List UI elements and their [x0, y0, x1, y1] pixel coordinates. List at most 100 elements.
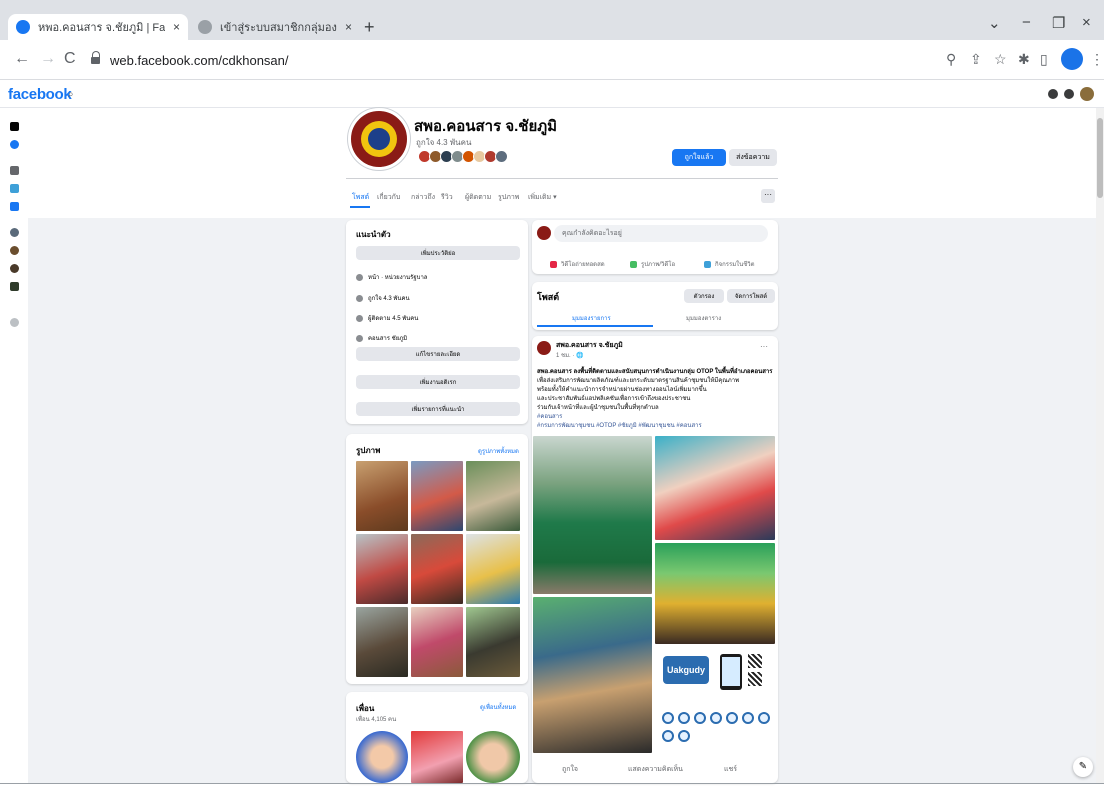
- page-profile-picture[interactable]: [348, 108, 410, 170]
- feature-circle-icon: [678, 712, 690, 724]
- tab-search-chevron-icon[interactable]: ⌄: [988, 14, 1001, 32]
- photo-thumbnail[interactable]: [466, 461, 520, 531]
- photo-thumbnail[interactable]: [411, 534, 463, 604]
- intro-followers: ผู้ติดตาม 4.5 พันคน: [368, 316, 419, 322]
- feature-circle-icon: [710, 712, 722, 724]
- intro-location: คอนสาร ชัยภูมิ: [368, 336, 408, 342]
- tab-close-icon[interactable]: ×: [173, 20, 180, 34]
- live-video-button[interactable]: วิดีโอถ่ายทอดสด: [550, 259, 605, 269]
- add-hobbies-button[interactable]: เพิ่มงานอดิเรก: [356, 375, 520, 389]
- friend-avatar[interactable]: [495, 150, 508, 163]
- more-options-button[interactable]: ···: [761, 189, 775, 203]
- manage-posts-button[interactable]: จัดการโพสต์: [727, 289, 775, 303]
- tab-reviews[interactable]: รีวิว: [441, 192, 453, 203]
- list-view-tab[interactable]: มุมมองรายการ: [572, 313, 611, 323]
- tab-followers[interactable]: ผู้ติดตาม: [465, 192, 491, 203]
- friends-count: เพื่อน 4,105 คน: [356, 717, 397, 723]
- new-tab-button[interactable]: +: [364, 17, 375, 38]
- back-button[interactable]: ←: [14, 50, 30, 68]
- see-all-friends-link[interactable]: ดูเพื่อนทั้งหมด: [480, 702, 516, 712]
- manage-posts-label: จัดการโพสต์: [734, 294, 768, 300]
- photo-thumbnail[interactable]: [411, 607, 463, 677]
- comment-button[interactable]: แสดงความคิดเห็น: [628, 764, 683, 775]
- minimize-button[interactable]: −: [1022, 14, 1031, 31]
- tab-title: เข้าสู่ระบบสมาชิกกลุ่มองค์กรสตรี: [220, 22, 337, 34]
- like-button[interactable]: ถูกใจ: [562, 764, 578, 775]
- new-message-icon[interactable]: ✎: [1073, 757, 1093, 777]
- feed-icon[interactable]: [10, 166, 19, 175]
- photo-thumbnail[interactable]: [466, 607, 520, 677]
- tab-facebook[interactable]: หพอ.คอนสาร จ.ชัยภูมิ | Facebook ×: [8, 14, 188, 40]
- photo-thumbnail[interactable]: [411, 461, 463, 531]
- scrollbar-track[interactable]: [1096, 108, 1104, 783]
- share-icon[interactable]: ⇪: [970, 51, 982, 68]
- reload-button[interactable]: C: [64, 50, 76, 68]
- facebook-logo[interactable]: facebook: [8, 86, 72, 103]
- edit-shortcuts-icon[interactable]: [10, 318, 19, 327]
- shortcut-1-icon[interactable]: [10, 246, 19, 255]
- life-event-button[interactable]: กิจกรรมในชีวิต: [704, 259, 755, 269]
- see-all-photos-link[interactable]: ดูรูปภาพทั้งหมด: [478, 446, 519, 456]
- friend-thumbnail[interactable]: [356, 731, 408, 783]
- photo-thumbnail[interactable]: [356, 607, 408, 677]
- photo-video-button[interactable]: รูปภาพ/วิดีโอ: [630, 259, 675, 269]
- groups-icon[interactable]: [10, 184, 19, 193]
- home-icon[interactable]: [10, 122, 19, 131]
- post-photo[interactable]: [533, 436, 652, 594]
- forward-button[interactable]: →: [40, 50, 56, 68]
- side-panel-icon[interactable]: ▯: [1040, 51, 1048, 68]
- notifications-icon[interactable]: [1064, 89, 1074, 99]
- search-icon[interactable]: ⌕: [68, 89, 74, 100]
- page-likes-count[interactable]: ถูกใจ 4.3 พันคน: [416, 136, 471, 149]
- account-avatar[interactable]: [1080, 87, 1094, 101]
- share-button[interactable]: แชร์: [724, 764, 737, 775]
- liked-button[interactable]: ถูกใจแล้ว: [672, 149, 726, 166]
- add-bio-button[interactable]: เพิ่มประวัติย่อ: [356, 246, 520, 260]
- extensions-icon[interactable]: ✱: [1018, 51, 1030, 68]
- composer-placeholder: คุณกำลังคิดอะไรอยู่: [562, 230, 622, 237]
- tab-close-icon[interactable]: ×: [345, 20, 352, 34]
- tab-photos[interactable]: รูปภาพ: [498, 192, 519, 203]
- filters-button[interactable]: ตัวกรอง: [684, 289, 724, 303]
- shortcut-3-icon[interactable]: [10, 282, 19, 291]
- profile-avatar[interactable]: [1061, 48, 1083, 70]
- friend-thumbnail[interactable]: [466, 731, 520, 783]
- tab-about[interactable]: เกี่ยวกับ: [377, 192, 400, 203]
- tab-mentions[interactable]: กล่าวถึง: [411, 192, 435, 203]
- lock-icon[interactable]: [90, 51, 102, 65]
- shortcut-2-icon[interactable]: [10, 264, 19, 273]
- post-photo[interactable]: [655, 436, 775, 540]
- grid-view-tab[interactable]: มุมมองตาราง: [686, 313, 721, 323]
- message-button[interactable]: ส่งข้อความ: [729, 149, 777, 166]
- restore-button[interactable]: ❐: [1052, 14, 1065, 32]
- menu-kebab-icon[interactable]: ⋮: [1090, 51, 1104, 68]
- whats-on-your-mind-input[interactable]: คุณกำลังคิดอะไรอยู่: [554, 225, 768, 242]
- photo-thumbnail[interactable]: [356, 461, 408, 531]
- scrollbar-thumb[interactable]: [1097, 118, 1103, 198]
- post-hashtag-line[interactable]: #กรมการพัฒนาชุมชน #OTOP #ชัยภูมิ #พัฒนาช…: [537, 420, 777, 430]
- composer-avatar[interactable]: [537, 226, 551, 240]
- edit-details-button[interactable]: แก้ไขรายละเอียด: [356, 347, 520, 361]
- post-author-avatar[interactable]: [537, 341, 551, 355]
- zoom-icon[interactable]: ⚲: [946, 51, 956, 68]
- marketplace-icon[interactable]: [10, 202, 19, 211]
- photo-thumbnail[interactable]: [466, 534, 520, 604]
- bookmark-star-icon[interactable]: ☆: [994, 51, 1007, 68]
- tab-more[interactable]: เพิ่มเติม ▾: [528, 192, 557, 203]
- friend-thumbnail[interactable]: [411, 731, 463, 783]
- tab-title: หพอ.คอนสาร จ.ชัยภูมิ | Facebook: [38, 22, 165, 34]
- post-photo[interactable]: [533, 597, 652, 753]
- address-bar[interactable]: web.facebook.com/cdkhonsan/: [90, 47, 930, 73]
- post-photo[interactable]: [655, 543, 775, 644]
- add-featured-button[interactable]: เพิ่มรายการที่แนะนำ: [356, 402, 520, 416]
- add-hobbies-label: เพิ่มงานอดิเรก: [419, 380, 457, 386]
- post-options-icon[interactable]: ···: [760, 342, 768, 351]
- tab-member-login[interactable]: เข้าสู่ระบบสมาชิกกลุ่มองค์กรสตรี ×: [190, 14, 360, 40]
- pages-icon[interactable]: [10, 140, 19, 149]
- close-window-button[interactable]: ×: [1082, 14, 1091, 31]
- watch-icon[interactable]: [10, 228, 19, 237]
- post-timestamp[interactable]: 1 ชม. · 🌐: [556, 350, 584, 360]
- tab-posts[interactable]: โพสต์: [352, 192, 369, 203]
- photo-thumbnail[interactable]: [356, 534, 408, 604]
- menu-icon[interactable]: [1048, 89, 1058, 99]
